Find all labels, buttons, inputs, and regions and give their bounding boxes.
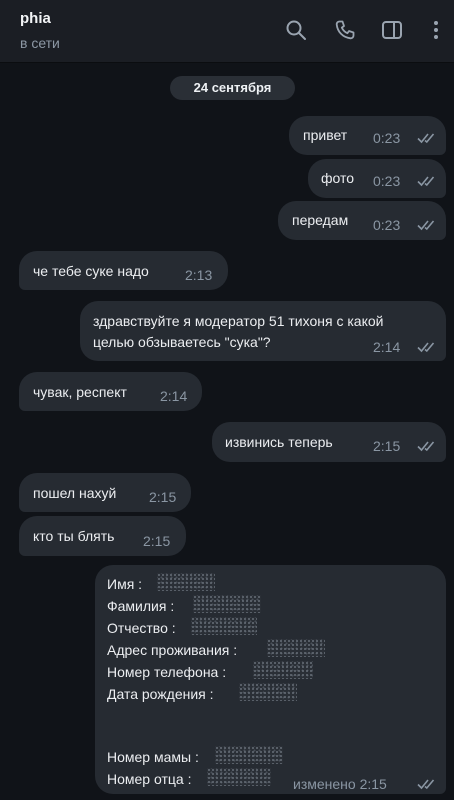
message-bubble[interactable]: Имя : Фамилия : Отчество : Адрес прожива… bbox=[95, 565, 446, 794]
message-text: пошел нахуй bbox=[33, 485, 117, 501]
form-label-surname: Фамилия : bbox=[107, 598, 175, 614]
form-label-address: Адрес проживания : bbox=[107, 642, 238, 658]
message-bubble[interactable]: кто ты блять 2:15 bbox=[19, 516, 186, 556]
message-bubble[interactable]: привет 0:23 bbox=[289, 116, 446, 155]
read-checkmarks-icon bbox=[417, 132, 439, 144]
message-bubble[interactable]: пошел нахуй 2:15 bbox=[19, 473, 191, 512]
message-text: че тебе суке надо bbox=[33, 263, 149, 279]
message-time: 2:15 bbox=[143, 533, 171, 549]
redacted-value bbox=[193, 595, 261, 613]
message-time: 2:15 bbox=[373, 438, 401, 454]
message-text: привет bbox=[303, 127, 348, 143]
redacted-value bbox=[191, 617, 257, 635]
redacted-value bbox=[157, 573, 215, 591]
message-text: передам bbox=[292, 212, 349, 228]
redacted-value bbox=[207, 768, 271, 786]
chat-header: phia в сети bbox=[0, 0, 454, 63]
message-time: 0:23 bbox=[373, 173, 401, 189]
chat-title[interactable]: phia bbox=[20, 10, 51, 27]
message-time: 2:13 bbox=[185, 267, 213, 283]
redacted-value bbox=[239, 683, 297, 701]
read-checkmarks-icon bbox=[417, 778, 439, 790]
message-text: извинись теперь bbox=[225, 434, 333, 450]
redacted-value bbox=[267, 639, 325, 657]
message-text: фото bbox=[321, 170, 355, 186]
message-bubble[interactable]: извинись теперь 2:15 bbox=[212, 422, 446, 462]
message-text: кто ты блять bbox=[33, 528, 115, 544]
redacted-value bbox=[215, 746, 283, 764]
read-checkmarks-icon bbox=[417, 440, 439, 452]
message-bubble[interactable]: здравствуйте я модератор 51 тихоня с как… bbox=[80, 301, 446, 361]
message-time: 0:23 bbox=[373, 130, 401, 146]
form-label-patronymic: Отчество : bbox=[107, 620, 176, 636]
message-time: 2:15 bbox=[149, 489, 177, 505]
form-label-mother-phone: Номер мамы : bbox=[107, 749, 199, 765]
message-text-line: здравствуйте я модератор 51 тихоня с как… bbox=[93, 313, 384, 329]
message-bubble[interactable]: че тебе суке надо 2:13 bbox=[19, 251, 228, 290]
message-time: 2:14 bbox=[373, 339, 401, 355]
redacted-value bbox=[253, 661, 313, 679]
message-bubble[interactable]: чувак, респект 2:14 bbox=[19, 372, 202, 411]
message-edited-time: изменено 2:15 bbox=[293, 776, 387, 792]
message-text: чувак, респект bbox=[33, 384, 127, 400]
date-separator: 24 сентября bbox=[170, 76, 295, 100]
form-label-father-phone: Номер отца : bbox=[107, 771, 192, 787]
message-time: 2:14 bbox=[160, 388, 188, 404]
message-time: 0:23 bbox=[373, 217, 401, 233]
message-bubble[interactable]: передам 0:23 bbox=[278, 201, 446, 240]
form-label-name: Имя : bbox=[107, 576, 143, 592]
message-bubble[interactable]: фото 0:23 bbox=[308, 159, 446, 198]
sidebar-toggle-icon[interactable] bbox=[380, 18, 404, 42]
form-label-birthdate: Дата рождения : bbox=[107, 686, 214, 702]
online-status: в сети bbox=[20, 35, 60, 51]
read-checkmarks-icon bbox=[417, 175, 439, 187]
more-icon[interactable] bbox=[424, 18, 448, 42]
read-checkmarks-icon bbox=[417, 219, 439, 231]
message-text-line: целью обзываетесь "сука"? bbox=[93, 334, 271, 350]
search-icon[interactable] bbox=[284, 18, 308, 42]
read-checkmarks-icon bbox=[417, 341, 439, 353]
phone-icon[interactable] bbox=[333, 18, 357, 42]
form-label-phone: Номер телефона : bbox=[107, 664, 227, 680]
